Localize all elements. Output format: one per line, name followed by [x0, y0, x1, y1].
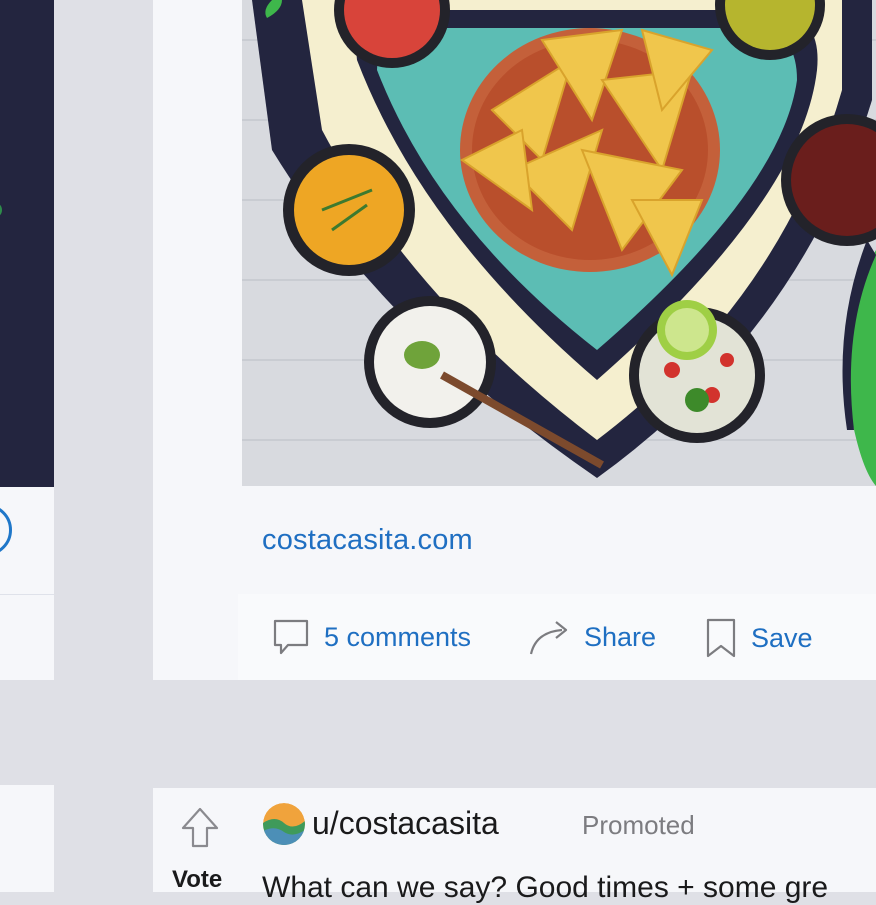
- upvote-arrow-icon[interactable]: [180, 806, 220, 855]
- bookmark-icon: [705, 618, 737, 658]
- save-button[interactable]: Save: [705, 618, 813, 658]
- left-card-second: [0, 785, 54, 892]
- share-icon: [528, 618, 572, 656]
- left-card-image: [0, 0, 54, 487]
- promoted-label: Promoted: [582, 810, 695, 840]
- save-label: Save: [751, 622, 813, 653]
- comment-icon: [272, 618, 310, 656]
- brand-avatar-icon[interactable]: [263, 803, 305, 845]
- vote-label: Vote: [172, 866, 223, 893]
- post-username[interactable]: u/costacasita: [312, 805, 499, 842]
- left-card-divider: [0, 594, 54, 595]
- left-card-leaf-decoration: [0, 204, 2, 216]
- nachos-illustration: [242, 0, 876, 486]
- post-link[interactable]: costacasita.com: [262, 524, 473, 557]
- post-body-text: What can we say? Good times + some gre: [262, 871, 829, 904]
- post-image[interactable]: [242, 0, 876, 486]
- share-label: Share: [584, 621, 657, 652]
- comments-label: 5 comments: [324, 621, 472, 652]
- share-button[interactable]: Share: [528, 618, 656, 656]
- comments-button[interactable]: 5 comments: [272, 618, 471, 656]
